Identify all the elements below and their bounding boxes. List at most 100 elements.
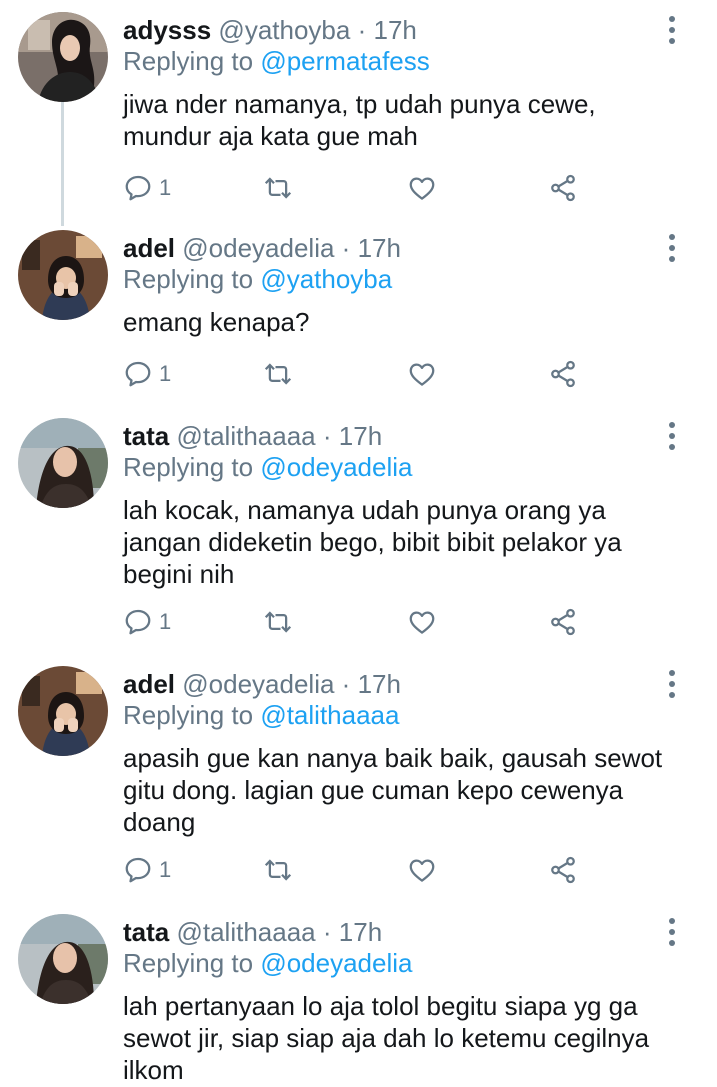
display-name[interactable]: adel [123,669,175,699]
share-button[interactable] [548,170,578,206]
action-bar: 1 [123,356,593,392]
tweet-text: jiwa nder namanya, tp udah punya cewe, m… [123,89,596,151]
replying-to: Replying to @yathoyba [123,263,392,295]
retweet-icon [263,173,293,203]
username[interactable]: @odeyadelia [182,669,334,699]
separator-dot: · [357,15,367,45]
username[interactable]: @talithaaaa [176,421,315,451]
replying-to: Replying to @odeyadelia [123,947,412,979]
reply-button[interactable]: 1 [123,356,171,392]
more-options-icon[interactable] [662,422,682,462]
more-options-icon[interactable] [662,16,682,56]
avatar[interactable] [18,418,108,508]
reply-count: 1 [159,609,172,634]
tweet[interactable]: adel @odeyadelia · 17h Replying to @tali… [0,654,717,902]
like-icon [407,359,437,389]
avatar[interactable] [18,230,108,320]
display-name[interactable]: tata [123,917,169,947]
separator-dot: · [341,233,351,263]
more-options-icon[interactable] [662,670,682,710]
tweet-header: adel @odeyadelia · 17h [123,232,401,264]
like-button[interactable] [407,852,437,888]
retweet-icon [263,855,293,885]
replying-to-label: Replying to [123,700,254,730]
reply-count: 1 [159,361,172,386]
mention-link[interactable]: @yathoyba [260,264,392,294]
replying-to-label: Replying to [123,46,254,76]
mention-link[interactable]: @odeyadelia [260,948,412,978]
mention-link[interactable]: @permatafess [260,46,429,76]
reply-icon [123,173,153,203]
tweet[interactable]: adysss @yathoyba · 17h Replying to @perm… [0,0,717,226]
retweet-icon [263,359,293,389]
action-bar: 1 [123,604,593,640]
reply-icon [123,855,153,885]
reply-count: 1 [159,857,172,882]
like-icon [407,607,437,637]
username[interactable]: @odeyadelia [182,233,334,263]
more-options-icon[interactable] [662,918,682,958]
tweet-header: tata @talithaaaa · 17h [123,420,382,452]
replying-to-label: Replying to [123,948,254,978]
timestamp[interactable]: 17h [358,233,401,263]
retweet-icon [263,607,293,637]
avatar[interactable] [18,12,108,102]
like-icon [407,173,437,203]
username[interactable]: @yathoyba [218,15,350,45]
timestamp[interactable]: 17h [373,15,416,45]
avatar[interactable] [18,914,108,1004]
like-button[interactable] [407,170,437,206]
like-icon [407,855,437,885]
retweet-button[interactable] [263,356,293,392]
timestamp[interactable]: 17h [358,669,401,699]
more-options-icon[interactable] [662,234,682,274]
replying-to-label: Replying to [123,264,254,294]
reply-icon [123,607,153,637]
replying-to-label: Replying to [123,452,254,482]
reply-button[interactable]: 1 [123,170,171,206]
reply-icon [123,359,153,389]
replying-to: Replying to @talithaaaa [123,699,399,731]
display-name[interactable]: adel [123,233,175,263]
retweet-button[interactable] [263,170,293,206]
like-button[interactable] [407,356,437,392]
timestamp[interactable]: 17h [339,421,382,451]
tweet-text: apasih gue kan nanya baik baik, gausah s… [123,743,663,837]
separator-dot: · [341,669,351,699]
tweet-text: emang kenapa? [123,307,310,337]
share-icon [548,359,578,389]
share-button[interactable] [548,356,578,392]
tweet[interactable]: tata @talithaaaa · 17h Replying to @odey… [0,902,717,1087]
retweet-button[interactable] [263,852,293,888]
tweet-header: adel @odeyadelia · 17h [123,668,401,700]
mention-link[interactable]: @talithaaaa [260,700,399,730]
like-button[interactable] [407,604,437,640]
tweet[interactable]: tata @talithaaaa · 17h Replying to @odey… [0,406,717,654]
display-name[interactable]: adysss [123,15,211,45]
share-icon [548,173,578,203]
tweet[interactable]: adel @odeyadelia · 17h Replying to @yath… [0,218,717,406]
action-bar: 1 [123,170,593,206]
reply-button[interactable]: 1 [123,852,171,888]
reply-thread: adysss @yathoyba · 17h Replying to @perm… [0,0,717,1087]
tweet-text: lah kocak, namanya udah punya orang ya j… [123,495,622,589]
display-name[interactable]: tata [123,421,169,451]
tweet-header: adysss @yathoyba · 17h [123,14,417,46]
share-icon [548,855,578,885]
replying-to: Replying to @odeyadelia [123,451,412,483]
action-bar: 1 [123,852,593,888]
thread-line [61,102,64,226]
mention-link[interactable]: @odeyadelia [260,452,412,482]
replying-to: Replying to @permatafess [123,45,430,77]
share-icon [548,607,578,637]
avatar[interactable] [18,666,108,756]
separator-dot: · [322,917,332,947]
share-button[interactable] [548,604,578,640]
retweet-button[interactable] [263,604,293,640]
separator-dot: · [322,421,332,451]
reply-button[interactable]: 1 [123,604,171,640]
username[interactable]: @talithaaaa [176,917,315,947]
tweet-text: lah pertanyaan lo aja tolol begitu siapa… [123,991,650,1085]
timestamp[interactable]: 17h [339,917,382,947]
share-button[interactable] [548,852,578,888]
